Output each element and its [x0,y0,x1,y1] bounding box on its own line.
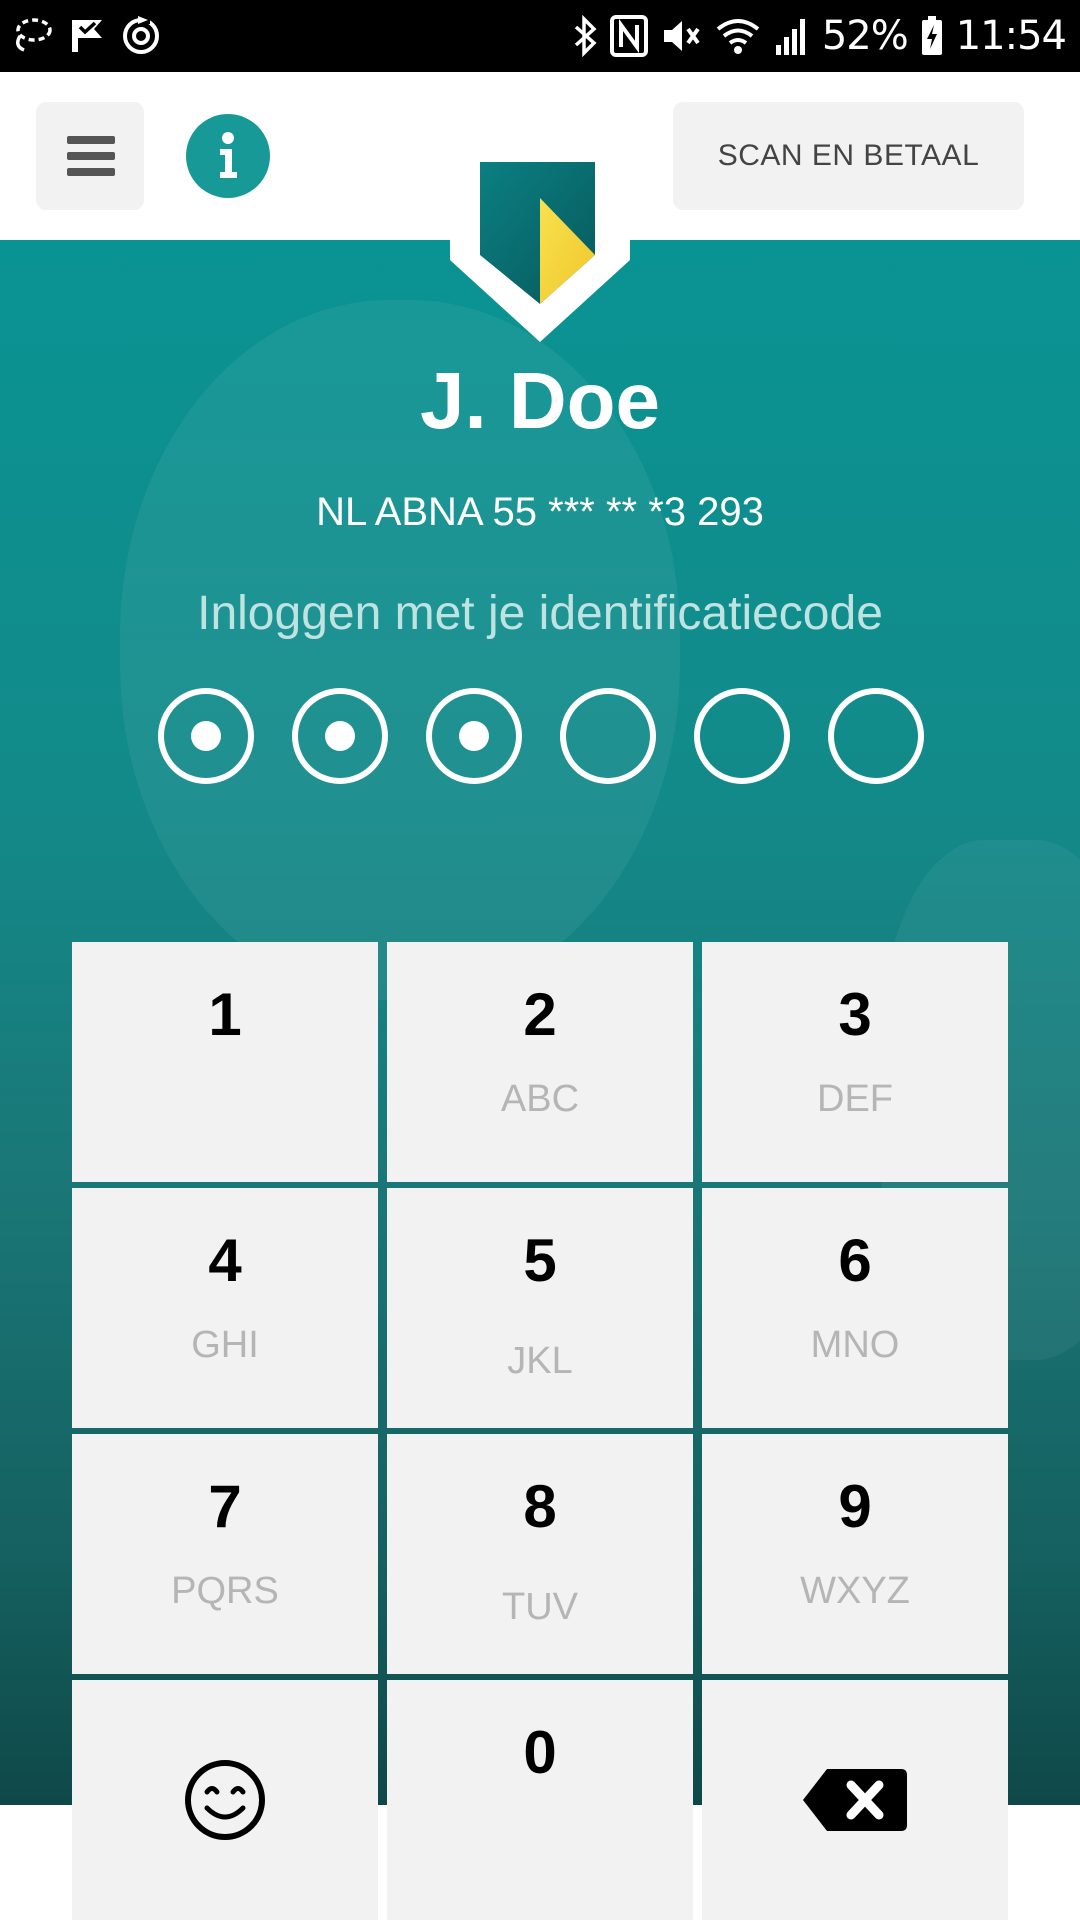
battery-charging-icon [920,15,944,57]
smiley-icon [185,1760,265,1840]
login-prompt: Inloggen met je identificatiecode [197,587,883,640]
key-digit: 0 [523,1719,557,1786]
pin-dot [694,688,790,784]
pin-dot [426,688,522,784]
shield-logo [450,160,630,349]
key-digit: 7 [208,1473,242,1540]
key-letters: ABC [500,1078,580,1120]
key-0[interactable]: 0 [387,1680,693,1920]
backspace-key[interactable] [702,1680,1008,1920]
signal-icon [774,15,810,57]
key-digit: 3 [838,981,872,1048]
info-icon [220,132,237,178]
menu-button[interactable] [36,102,144,210]
check-flag-icon [68,16,106,56]
key-7[interactable]: 7 PQRS [72,1434,378,1674]
sync-icon [120,15,162,57]
account-holder-name: J. Doe [419,356,661,445]
key-digit: 1 [208,981,242,1048]
pin-indicator [158,688,924,784]
key-letters: TUV [502,1586,578,1628]
key-digit: 9 [838,1473,872,1540]
info-button[interactable] [186,114,270,198]
lasso-icon [10,16,54,56]
clock: 11:54 [955,13,1067,59]
pin-dot [560,688,656,784]
scan-and-pay-button[interactable]: SCAN EN BETAAL [673,102,1024,210]
key-5[interactable]: 5 JKL [387,1188,693,1428]
key-digit: 8 [523,1473,557,1540]
key-letters: MNO [810,1324,900,1366]
backspace-icon [803,1769,907,1831]
key-letters: DEF [817,1078,893,1120]
key-digit: 2 [523,981,557,1048]
account-number: NL ABNA 55 *** ** *3 293 [316,490,764,534]
battery-percent: 52% [821,13,909,59]
key-letters: WXYZ [800,1570,910,1612]
key-letters: GHI [191,1324,259,1366]
wifi-icon [714,15,762,57]
pin-dot [828,688,924,784]
emoji-key[interactable] [72,1680,378,1920]
key-8[interactable]: 8 TUV [387,1434,693,1674]
mute-icon [660,15,702,57]
key-2[interactable]: 2 ABC [387,942,693,1182]
pin-keypad: 1 2 ABC 3 DEF 4 GHI 5 JKL 6 MNO 7 PQRS 8… [72,942,1008,1920]
key-3[interactable]: 3 DEF [702,942,1008,1182]
nfc-icon [609,15,648,57]
key-digit: 4 [208,1227,242,1294]
bluetooth-icon [572,15,598,57]
key-6[interactable]: 6 MNO [702,1188,1008,1428]
key-9[interactable]: 9 WXYZ [702,1434,1008,1674]
key-letters: JKL [507,1340,573,1382]
pin-dot [292,688,388,784]
key-letters: PQRS [171,1570,279,1612]
key-digit: 5 [523,1227,557,1294]
pin-dot [158,688,254,784]
status-bar: 52% 11:54 [0,0,1080,72]
key-4[interactable]: 4 GHI [72,1188,378,1428]
key-1[interactable]: 1 [72,942,378,1182]
key-digit: 6 [838,1227,872,1294]
